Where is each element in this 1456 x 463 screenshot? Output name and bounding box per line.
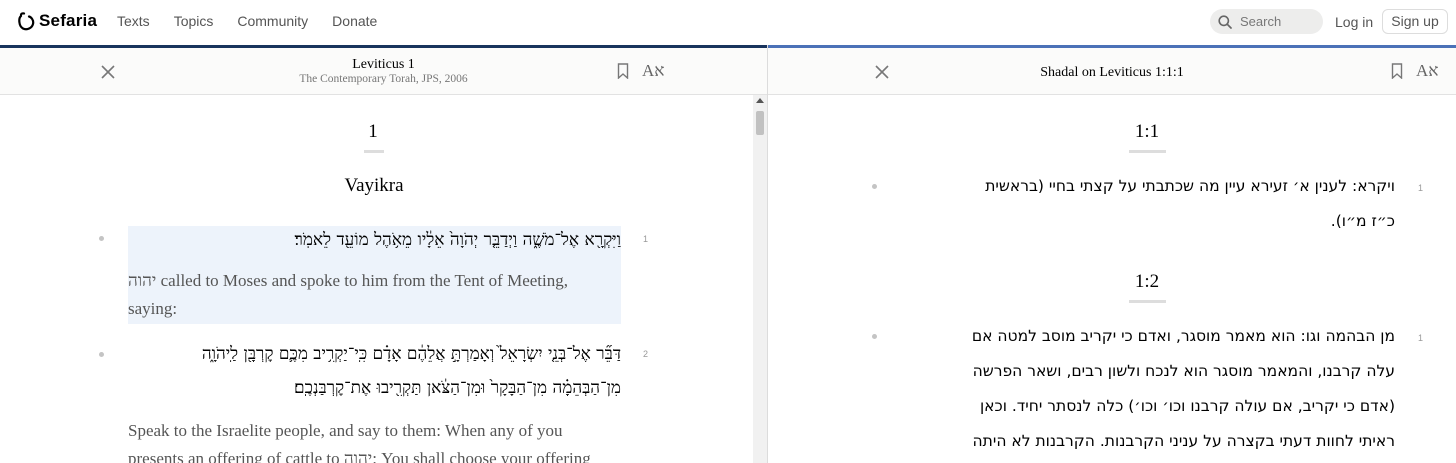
verse-english-line: יהוה called to Moses and spoke to him fr… <box>128 271 568 290</box>
section-divider <box>1129 300 1166 303</box>
chapter-number: 1 <box>368 121 378 142</box>
text-panel: Leviticus 1 The Contemporary Torah, JPS,… <box>0 45 767 463</box>
verse-bullet <box>99 236 104 241</box>
section-label: 1:2 <box>1134 271 1160 292</box>
nav-donate[interactable]: Donate <box>332 13 377 29</box>
verse-hebrew-line: מִן־הַבְּהֵמָ֗ה מִן־הַבָּקָר֙ וּמִן־הַצֹ… <box>294 378 621 398</box>
site-header: Sefaria Texts Topics Community Donate Lo… <box>0 0 1456 44</box>
commentary-line: ויקרא: לענין א׳ זעירא עיין מה שכתבתי על … <box>985 177 1395 195</box>
signup-button[interactable]: Sign up <box>1382 9 1448 34</box>
commentary-panel-header: Shadal on Leviticus 1:1:1 Aא <box>768 48 1456 95</box>
commentary-line: כ״ז מ״ו). <box>1330 212 1395 230</box>
commentary-line: עלה קרבנו, והמאמר מוסגר הוא לנכח ולשון ר… <box>972 362 1395 380</box>
section-divider <box>364 150 384 153</box>
verse-number[interactable]: 2 <box>643 349 648 359</box>
login-link[interactable]: Log in <box>1335 14 1373 30</box>
verse-hebrew[interactable]: וַיִּקְרָ֖א אֶל־מֹשֶׁ֑ה וַיְדַבֵּ֤ר יְהֹ… <box>128 223 621 257</box>
font-size-toggle[interactable]: Aא <box>1416 61 1438 81</box>
text-panel-scrollbar[interactable] <box>753 95 767 463</box>
main-nav: Texts Topics Community Donate <box>117 13 401 29</box>
comment-bullet <box>872 184 877 189</box>
search-input[interactable] <box>1238 13 1322 30</box>
commentary-content: 1:1 1 ויקרא: לענין א׳ זעירא עיין מה שכתב… <box>768 95 1456 463</box>
search-icon <box>1218 14 1232 29</box>
section-divider <box>1129 150 1166 153</box>
verse-number[interactable]: 1 <box>643 234 648 244</box>
logo-text: Sefaria <box>39 11 98 30</box>
nav-community[interactable]: Community <box>237 13 308 29</box>
nav-texts[interactable]: Texts <box>117 13 150 29</box>
comment-number[interactable]: 1 <box>1418 333 1423 343</box>
verse-english[interactable]: יהוה called to Moses and spoke to him fr… <box>128 267 621 323</box>
commentary-line: ראיתי לחוות דעתי בקצרה על עניני הקרבנות.… <box>972 432 1395 450</box>
commentary-text[interactable]: מן הבהמה וגו: הוא מאמר מוסגר, ואדם כי יק… <box>898 319 1395 459</box>
parasha-title: Vayikra <box>344 175 404 196</box>
scroll-thumb[interactable] <box>756 111 764 135</box>
commentary-panel: Shadal on Leviticus 1:1:1 Aא 1:1 1 ויקרא… <box>768 45 1456 463</box>
search-box[interactable] <box>1210 9 1323 34</box>
verse-hebrew[interactable]: דַּבֵּ֞ר אֶל־בְּנֵ֤י יִשְׂרָאֵל֙ וְאָמַר… <box>128 337 621 405</box>
nav-topics[interactable]: Topics <box>174 13 214 29</box>
sefaria-logo-icon <box>18 11 35 30</box>
commentary-panel-title[interactable]: Shadal on Leviticus 1:1:1 <box>768 65 1456 81</box>
commentary-line: (אדם כי יקריב, אם עולה קרבנו וכו׳ וכו׳) … <box>979 397 1395 415</box>
verse-bullet <box>99 352 104 357</box>
verse-english-line: presents an offering of cattle to יהוה: … <box>128 449 591 463</box>
comment-number[interactable]: 1 <box>1418 183 1423 193</box>
verse-english-line: saying: <box>128 299 178 318</box>
section-label: 1:1 <box>1134 121 1160 142</box>
bookmark-icon[interactable] <box>617 63 629 79</box>
verse-english[interactable]: Speak to the Israelite people, and say t… <box>128 417 621 463</box>
sefaria-logo[interactable]: Sefaria <box>18 11 97 31</box>
scroll-up-arrow-icon[interactable] <box>756 98 764 103</box>
verse-hebrew-line: דַּבֵּ֞ר אֶל־בְּנֵ֤י יִשְׂרָאֵל֙ וְאָמַר… <box>201 344 621 364</box>
text-panel-header: Leviticus 1 The Contemporary Torah, JPS,… <box>0 48 767 95</box>
commentary-line: מן הבהמה וגו: הוא מאמר מוסגר, ואדם כי יק… <box>971 327 1395 345</box>
font-size-toggle[interactable]: Aא <box>642 61 664 81</box>
bookmark-icon[interactable] <box>1391 63 1403 79</box>
comment-bullet <box>872 334 877 339</box>
commentary-text[interactable]: ויקרא: לענין א׳ זעירא עיין מה שכתבתי על … <box>898 169 1395 239</box>
verse-english-line: Speak to the Israelite people, and say t… <box>128 421 563 440</box>
text-panel-content: 1 Vayikra 1 וַיִּקְרָ֖א אֶל־מֹשֶׁ֑ה וַיְ… <box>0 95 767 463</box>
